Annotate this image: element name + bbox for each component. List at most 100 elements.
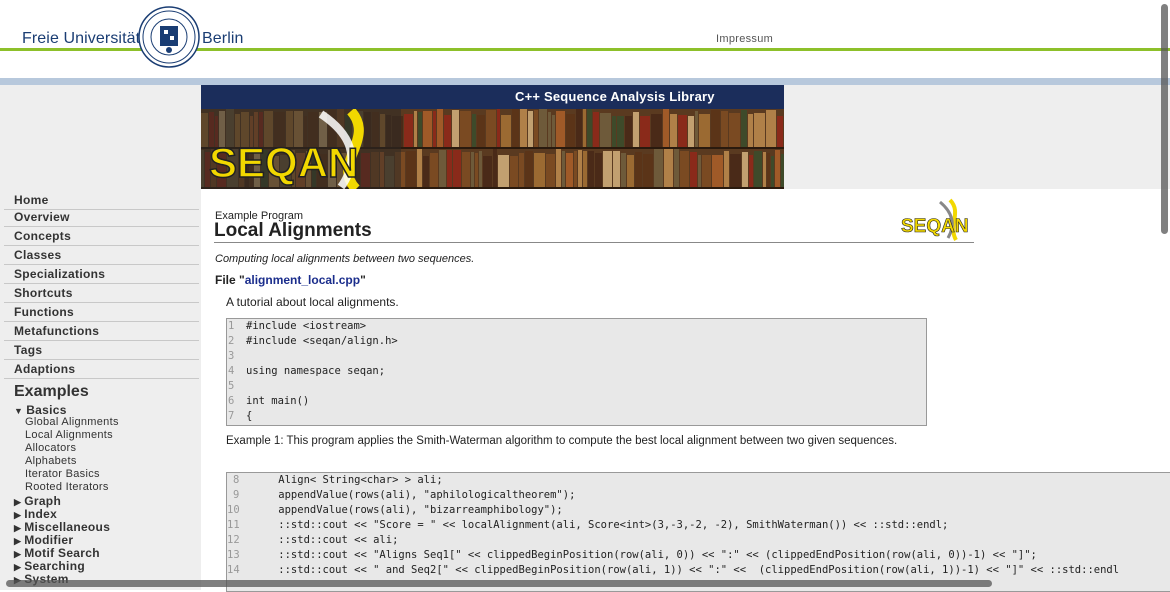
sidebar-subitem[interactable]: Rooted Iterators	[25, 481, 109, 493]
book-spine	[595, 153, 602, 187]
top-header: Freie Universität Berlin Impressum	[0, 0, 1170, 78]
book-spine	[423, 156, 429, 187]
book-spine	[724, 151, 729, 187]
seqan-small-logo: SEQAN	[901, 198, 969, 241]
university-seal-icon[interactable]	[138, 6, 200, 68]
sidebar-subitem[interactable]: Allocators	[25, 442, 76, 454]
book-spine	[670, 114, 677, 147]
page-title: Local Alignments	[214, 220, 372, 241]
book-spine	[633, 112, 639, 147]
book-spine	[674, 149, 679, 187]
book-spine	[695, 111, 698, 147]
sidebar-item-tags[interactable]: Tags	[4, 341, 199, 360]
sidebar-item-shortcuts[interactable]: Shortcuts	[4, 284, 199, 303]
sidebar-subitem[interactable]: Alphabets	[25, 455, 77, 467]
code-block-1: 1 #include <iostream> 2 #include <seqan/al…	[226, 318, 927, 426]
file-link[interactable]: alignment_local.cpp	[245, 273, 360, 287]
impressum-link[interactable]: Impressum	[716, 33, 773, 45]
book-spine	[519, 153, 524, 187]
book-spine	[643, 154, 653, 187]
library-banner-image: SEQAN	[201, 109, 784, 189]
book-spine	[617, 116, 624, 147]
seqan-small-logo-text: SEQAN	[901, 216, 969, 237]
book-spine	[583, 109, 586, 147]
book-spine	[423, 111, 432, 147]
book-spine	[729, 113, 740, 147]
book-spine	[699, 114, 710, 147]
book-spine	[546, 154, 555, 187]
book-spine	[483, 156, 492, 187]
seqan-logo-text: SEQAN	[209, 139, 358, 186]
sidebar-group[interactable]: ▶ Graph	[14, 494, 61, 508]
book-spine	[528, 111, 533, 147]
book-spine	[406, 151, 416, 187]
book-spine	[583, 151, 587, 187]
book-spine	[472, 114, 476, 147]
book-spine	[702, 155, 711, 187]
book-spine	[680, 151, 689, 187]
book-spine	[418, 112, 422, 147]
banner-title: C++ Sequence Analysis Library	[515, 89, 715, 104]
page-description: Computing local alignments between two s…	[215, 253, 475, 265]
sidebar-subitem[interactable]: Global Alignments	[25, 416, 119, 428]
book-spine	[711, 110, 720, 147]
book-spine	[576, 109, 582, 147]
book-spine	[414, 111, 417, 147]
header-blue-band	[0, 78, 1170, 85]
book-spine	[439, 150, 446, 187]
book-spine	[613, 151, 620, 187]
book-spine	[479, 151, 482, 187]
book-spine	[447, 150, 452, 187]
book-spine	[748, 114, 753, 147]
book-spine	[621, 153, 626, 187]
sidebar-group-basics[interactable]: ▼ Basics	[14, 403, 67, 417]
book-spine	[777, 116, 783, 147]
book-spine	[654, 149, 663, 187]
triangle-right-icon: ▶	[14, 497, 22, 507]
book-spine	[742, 152, 748, 187]
sidebar-group[interactable]: ▶ Miscellaneous	[14, 520, 110, 534]
sidebar-item-functions[interactable]: Functions	[4, 303, 199, 322]
book-spine	[730, 154, 741, 187]
book-spine	[663, 109, 669, 147]
book-spine	[588, 151, 594, 187]
book-spine	[640, 116, 650, 147]
book-spine	[775, 150, 780, 187]
sidebar-item-metafunctions[interactable]: Metafunctions	[4, 322, 199, 341]
sidebar-item-overview[interactable]: Overview	[4, 208, 199, 227]
book-spine	[690, 152, 697, 187]
sidebar-subitem[interactable]: Iterator Basics	[25, 468, 100, 480]
triangle-right-icon: ▶	[14, 510, 22, 520]
book-spine	[477, 115, 485, 147]
sidebar-item-concepts[interactable]: Concepts	[4, 227, 199, 246]
book-spine	[612, 116, 616, 147]
book-spine	[430, 153, 438, 187]
vertical-scrollbar[interactable]	[1161, 4, 1168, 234]
book-spine	[460, 111, 471, 147]
book-spine	[498, 155, 509, 187]
sidebar-group[interactable]: ▶ Searching	[14, 559, 85, 573]
sidebar-item-specializations[interactable]: Specializations	[4, 265, 199, 284]
triangle-right-icon: ▶	[14, 562, 22, 572]
book-spine	[556, 111, 565, 147]
sidebar-group[interactable]: ▶ Motif Search	[14, 546, 100, 560]
sidebar-item-classes[interactable]: Classes	[4, 246, 199, 265]
book-spine	[534, 153, 545, 187]
book-spine	[471, 152, 474, 187]
triangle-right-icon: ▶	[14, 536, 22, 546]
book-spine	[574, 151, 577, 187]
tutorial-text: A tutorial about local alignments.	[226, 295, 399, 309]
book-spine	[578, 150, 582, 187]
book-spine	[603, 151, 612, 187]
book-spine	[698, 155, 701, 187]
book-spine	[688, 116, 694, 147]
book-spine	[749, 155, 753, 187]
book-spine	[562, 151, 565, 187]
horizontal-scrollbar[interactable]	[6, 580, 992, 587]
sidebar-subitem[interactable]: Local Alignments	[25, 429, 113, 441]
sidebar-item-adaptions[interactable]: Adaptions	[4, 360, 199, 379]
book-spine	[534, 110, 538, 147]
sidebar-group[interactable]: ▶ Modifier	[14, 533, 73, 547]
sidebar-group[interactable]: ▶ Index	[14, 507, 57, 521]
book-spine	[635, 152, 642, 187]
